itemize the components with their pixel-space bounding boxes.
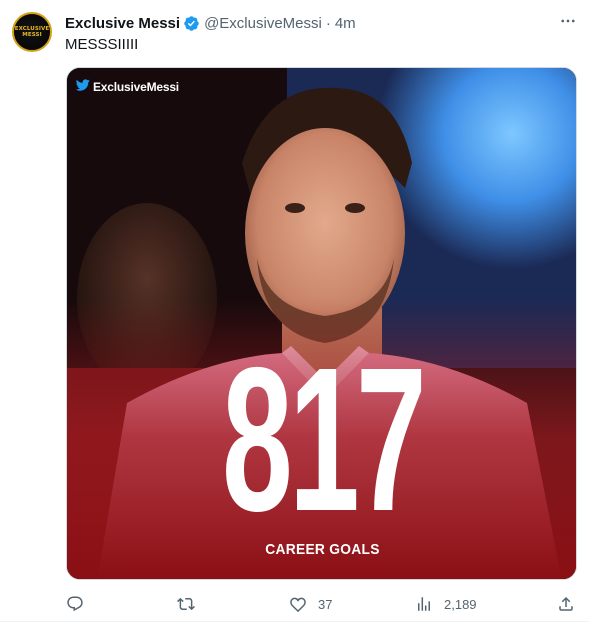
tweet-text: MESSSIIIII — [65, 36, 139, 53]
avatar-logo-text: EXCLUSIVE MESSI — [15, 26, 50, 39]
like-button[interactable]: 37 — [288, 590, 332, 618]
verified-badge-icon[interactable] — [183, 15, 200, 32]
display-name[interactable]: Exclusive Messi — [65, 15, 180, 32]
more-options-icon[interactable] — [557, 10, 579, 32]
media-brand-label: ExclusiveMessi — [93, 79, 179, 94]
avatar-text-line2: MESSI — [22, 32, 42, 38]
share-icon — [556, 594, 576, 614]
reply-button[interactable] — [65, 590, 85, 618]
tweet-header: Exclusive Messi @ExclusiveMessi · 4m — [65, 12, 577, 34]
retweet-button[interactable] — [176, 590, 196, 618]
heart-icon — [288, 594, 308, 614]
views-icon — [414, 594, 434, 614]
separator-dot: · — [325, 14, 331, 32]
views-count: 2,189 — [444, 596, 477, 612]
handle[interactable]: @ExclusiveMessi — [204, 15, 322, 32]
tweet-media-image[interactable]: ExclusiveMessi 817 CAREER GOALS — [66, 67, 577, 580]
reply-icon — [65, 594, 85, 614]
media-brand: ExclusiveMessi — [75, 78, 179, 95]
like-count: 37 — [318, 596, 333, 612]
twitter-bird-icon — [75, 78, 90, 95]
share-button[interactable] — [556, 590, 576, 618]
media-caption: CAREER GOALS — [265, 541, 380, 558]
timestamp[interactable]: 4m — [335, 15, 356, 32]
tweet[interactable]: EXCLUSIVE MESSI Exclusive Messi @Exclusi… — [0, 0, 589, 622]
tweet-actions: 37 2,189 — [56, 590, 581, 618]
media-headline-number: 817 — [222, 325, 427, 554]
views-button[interactable]: 2,189 — [414, 590, 477, 618]
avatar[interactable]: EXCLUSIVE MESSI — [12, 12, 52, 52]
retweet-icon — [176, 594, 196, 614]
